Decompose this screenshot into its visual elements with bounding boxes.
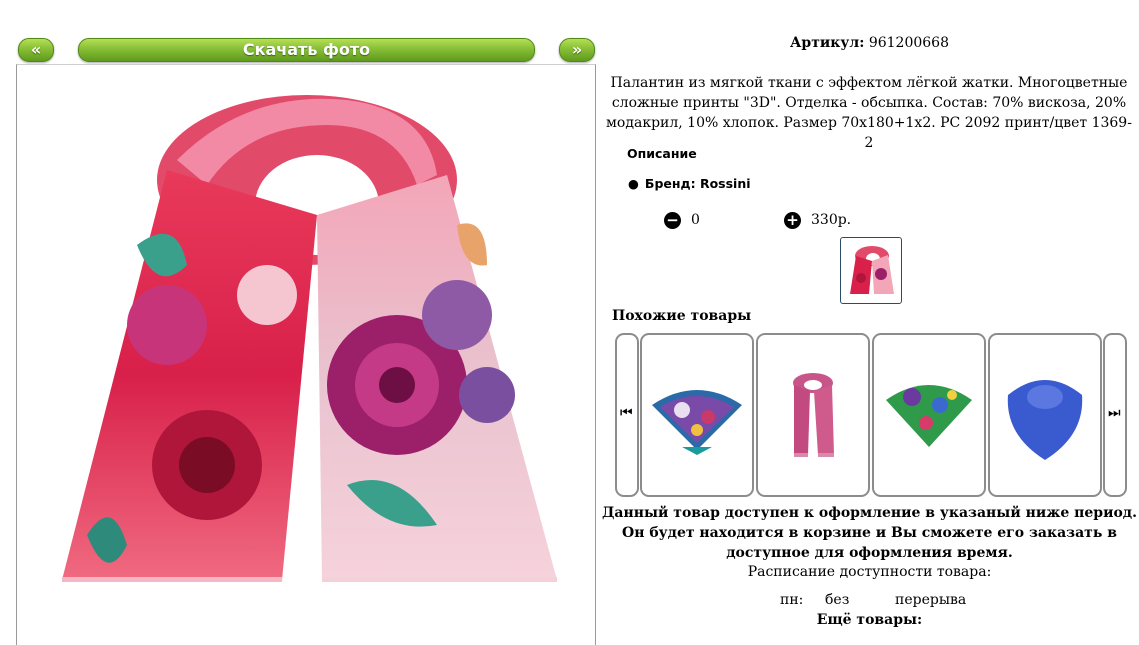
similar-product-card-4[interactable] [988,333,1102,497]
pink-stole-image [793,373,834,457]
schedule-from: без [825,592,850,608]
minus-circle-icon[interactable]: − [664,212,681,229]
product-photo [16,64,596,645]
similar-products-heading: Похожие товары [612,308,752,324]
download-photo-button[interactable]: Скачать фото [78,38,535,62]
availability-notice: Данный товар доступен к оформление в ука… [601,505,1138,561]
sku-label: Артикул: [790,35,865,51]
bullet-icon: ● [628,176,639,191]
schedule-title: Расписание доступности товара: [747,564,992,580]
product-description: Палантин из мягкой ткани с эффектом лёгк… [606,75,1132,151]
skip-back-icon: ⏮ [620,405,633,421]
silk-square-scarf-image [652,390,742,455]
brand-list-item: ● Бренд: Rossini [628,176,751,191]
plus-circle-icon[interactable]: + [784,212,801,229]
next-photo-button[interactable]: » [559,38,595,62]
scarf-thumbnail-image [850,246,894,294]
skip-forward-icon: ⏭ [1108,405,1121,421]
quantity-value: 0 [691,212,700,228]
green-floral-scarf-image [886,385,972,447]
brand-label: Бренд: Rossini [644,176,751,191]
scarf-image [62,95,557,582]
schedule-to: перерыва [895,592,967,608]
description-heading: Описание [627,146,697,161]
schedule-day: пн: [780,592,804,608]
blue-knit-scarf-image [1007,380,1083,460]
similar-product-card-2[interactable] [756,333,870,497]
sku-value: 961200668 [868,35,949,51]
similar-product-card-3[interactable] [872,333,986,497]
prev-photo-button[interactable]: « [18,38,54,62]
sku-line: Артикул: 961200668 [600,35,1139,51]
product-thumbnail[interactable] [840,237,902,304]
more-products-heading: Ещё товары: [816,612,923,628]
carousel-prev-button[interactable]: ⏮ [615,333,639,497]
carousel-next-button[interactable]: ⏭ [1103,333,1127,497]
price-value: 330р. [811,212,852,228]
similar-product-card-1[interactable] [640,333,754,497]
